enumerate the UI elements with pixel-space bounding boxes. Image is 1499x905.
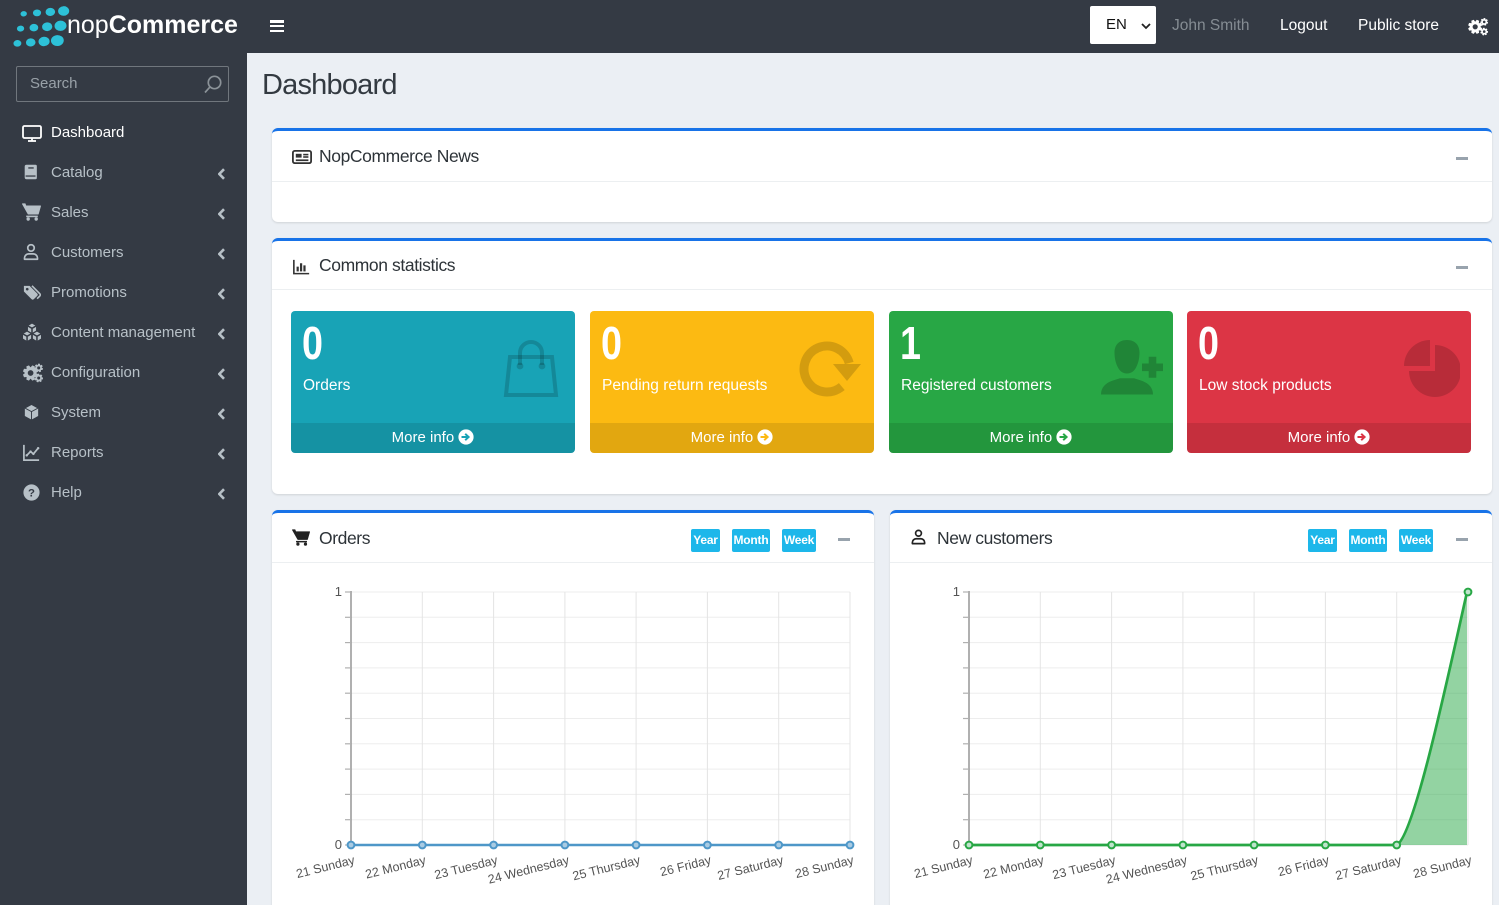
svg-text:?: ? [28, 487, 35, 499]
